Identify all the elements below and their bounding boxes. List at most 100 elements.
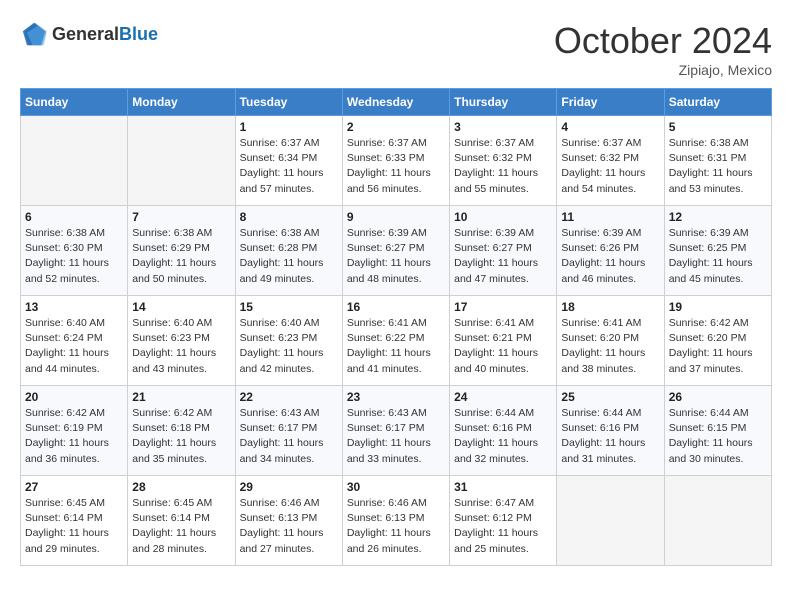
weekday-header: Sunday xyxy=(21,89,128,116)
day-info: Sunrise: 6:39 AMSunset: 6:27 PMDaylight:… xyxy=(454,226,552,287)
page-header: GeneralBlue October 2024 Zipiajo, Mexico xyxy=(20,20,772,78)
calendar-cell: 13 Sunrise: 6:40 AMSunset: 6:24 PMDayligh… xyxy=(21,296,128,386)
day-number: 22 xyxy=(240,390,338,404)
day-info: Sunrise: 6:37 AMSunset: 6:34 PMDaylight:… xyxy=(240,136,338,197)
calendar-cell: 11 Sunrise: 6:39 AMSunset: 6:26 PMDayligh… xyxy=(557,206,664,296)
location: Zipiajo, Mexico xyxy=(554,62,772,78)
day-info: Sunrise: 6:38 AMSunset: 6:31 PMDaylight:… xyxy=(669,136,767,197)
day-info: Sunrise: 6:43 AMSunset: 6:17 PMDaylight:… xyxy=(347,406,445,467)
title-area: October 2024 Zipiajo, Mexico xyxy=(554,20,772,78)
day-info: Sunrise: 6:38 AMSunset: 6:28 PMDaylight:… xyxy=(240,226,338,287)
day-info: Sunrise: 6:38 AMSunset: 6:29 PMDaylight:… xyxy=(132,226,230,287)
day-number: 8 xyxy=(240,210,338,224)
day-info: Sunrise: 6:40 AMSunset: 6:23 PMDaylight:… xyxy=(132,316,230,377)
calendar-cell xyxy=(128,116,235,206)
calendar-cell xyxy=(664,476,771,566)
day-number: 20 xyxy=(25,390,123,404)
day-number: 6 xyxy=(25,210,123,224)
day-info: Sunrise: 6:41 AMSunset: 6:21 PMDaylight:… xyxy=(454,316,552,377)
day-info: Sunrise: 6:38 AMSunset: 6:30 PMDaylight:… xyxy=(25,226,123,287)
logo-blue: Blue xyxy=(119,24,158,44)
calendar-cell: 30 Sunrise: 6:46 AMSunset: 6:13 PMDayligh… xyxy=(342,476,449,566)
day-number: 25 xyxy=(561,390,659,404)
day-info: Sunrise: 6:43 AMSunset: 6:17 PMDaylight:… xyxy=(240,406,338,467)
day-info: Sunrise: 6:39 AMSunset: 6:26 PMDaylight:… xyxy=(561,226,659,287)
day-info: Sunrise: 6:37 AMSunset: 6:32 PMDaylight:… xyxy=(561,136,659,197)
day-number: 19 xyxy=(669,300,767,314)
calendar-cell: 8 Sunrise: 6:38 AMSunset: 6:28 PMDaylight… xyxy=(235,206,342,296)
day-number: 4 xyxy=(561,120,659,134)
calendar-cell: 10 Sunrise: 6:39 AMSunset: 6:27 PMDayligh… xyxy=(450,206,557,296)
day-info: Sunrise: 6:45 AMSunset: 6:14 PMDaylight:… xyxy=(25,496,123,557)
day-number: 17 xyxy=(454,300,552,314)
calendar-cell: 23 Sunrise: 6:43 AMSunset: 6:17 PMDayligh… xyxy=(342,386,449,476)
day-info: Sunrise: 6:42 AMSunset: 6:19 PMDaylight:… xyxy=(25,406,123,467)
logo-general: General xyxy=(52,24,119,44)
day-number: 1 xyxy=(240,120,338,134)
calendar-week-row: 13 Sunrise: 6:40 AMSunset: 6:24 PMDayligh… xyxy=(21,296,772,386)
calendar-week-row: 1 Sunrise: 6:37 AMSunset: 6:34 PMDaylight… xyxy=(21,116,772,206)
day-info: Sunrise: 6:37 AMSunset: 6:33 PMDaylight:… xyxy=(347,136,445,197)
calendar-cell: 7Sunrise: 6:38 AMSunset: 6:29 PMDaylight… xyxy=(128,206,235,296)
calendar-table: SundayMondayTuesdayWednesdayThursdayFrid… xyxy=(20,88,772,566)
day-info: Sunrise: 6:39 AMSunset: 6:27 PMDaylight:… xyxy=(347,226,445,287)
calendar-week-row: 27 Sunrise: 6:45 AMSunset: 6:14 PMDayligh… xyxy=(21,476,772,566)
calendar-cell: 26Sunrise: 6:44 AMSunset: 6:15 PMDayligh… xyxy=(664,386,771,476)
calendar-cell: 3 Sunrise: 6:37 AMSunset: 6:32 PMDaylight… xyxy=(450,116,557,206)
day-number: 27 xyxy=(25,480,123,494)
day-number: 13 xyxy=(25,300,123,314)
day-number: 24 xyxy=(454,390,552,404)
calendar-cell: 4 Sunrise: 6:37 AMSunset: 6:32 PMDaylight… xyxy=(557,116,664,206)
day-info: Sunrise: 6:42 AMSunset: 6:18 PMDaylight:… xyxy=(132,406,230,467)
weekday-header-row: SundayMondayTuesdayWednesdayThursdayFrid… xyxy=(21,89,772,116)
day-info: Sunrise: 6:42 AMSunset: 6:20 PMDaylight:… xyxy=(669,316,767,377)
calendar-cell: 9 Sunrise: 6:39 AMSunset: 6:27 PMDaylight… xyxy=(342,206,449,296)
day-info: Sunrise: 6:44 AMSunset: 6:15 PMDaylight:… xyxy=(669,406,767,467)
weekday-header: Friday xyxy=(557,89,664,116)
day-number: 9 xyxy=(347,210,445,224)
calendar-cell: 6 Sunrise: 6:38 AMSunset: 6:30 PMDaylight… xyxy=(21,206,128,296)
day-number: 2 xyxy=(347,120,445,134)
calendar-cell: 22 Sunrise: 6:43 AMSunset: 6:17 PMDayligh… xyxy=(235,386,342,476)
day-info: Sunrise: 6:46 AMSunset: 6:13 PMDaylight:… xyxy=(240,496,338,557)
logo-text: GeneralBlue xyxy=(52,24,158,45)
calendar-cell: 18 Sunrise: 6:41 AMSunset: 6:20 PMDayligh… xyxy=(557,296,664,386)
day-number: 30 xyxy=(347,480,445,494)
calendar-cell: 31 Sunrise: 6:47 AMSunset: 6:12 PMDayligh… xyxy=(450,476,557,566)
day-info: Sunrise: 6:40 AMSunset: 6:24 PMDaylight:… xyxy=(25,316,123,377)
day-number: 12 xyxy=(669,210,767,224)
calendar-cell: 20 Sunrise: 6:42 AMSunset: 6:19 PMDayligh… xyxy=(21,386,128,476)
day-number: 5 xyxy=(669,120,767,134)
day-number: 31 xyxy=(454,480,552,494)
calendar-cell: 29 Sunrise: 6:46 AMSunset: 6:13 PMDayligh… xyxy=(235,476,342,566)
calendar-cell: 27 Sunrise: 6:45 AMSunset: 6:14 PMDayligh… xyxy=(21,476,128,566)
calendar-cell: 19 Sunrise: 6:42 AMSunset: 6:20 PMDayligh… xyxy=(664,296,771,386)
day-number: 10 xyxy=(454,210,552,224)
calendar-cell: 15Sunrise: 6:40 AMSunset: 6:23 PMDayligh… xyxy=(235,296,342,386)
calendar-cell: 28Sunrise: 6:45 AMSunset: 6:14 PMDayligh… xyxy=(128,476,235,566)
calendar-cell: 17 Sunrise: 6:41 AMSunset: 6:21 PMDayligh… xyxy=(450,296,557,386)
day-number: 3 xyxy=(454,120,552,134)
day-info: Sunrise: 6:37 AMSunset: 6:32 PMDaylight:… xyxy=(454,136,552,197)
calendar-cell: 1 Sunrise: 6:37 AMSunset: 6:34 PMDaylight… xyxy=(235,116,342,206)
calendar-week-row: 6 Sunrise: 6:38 AMSunset: 6:30 PMDaylight… xyxy=(21,206,772,296)
day-number: 21 xyxy=(132,390,230,404)
weekday-header: Thursday xyxy=(450,89,557,116)
weekday-header: Tuesday xyxy=(235,89,342,116)
day-number: 18 xyxy=(561,300,659,314)
calendar-cell: 5 Sunrise: 6:38 AMSunset: 6:31 PMDaylight… xyxy=(664,116,771,206)
day-info: Sunrise: 6:40 AMSunset: 6:23 PMDaylight:… xyxy=(240,316,338,377)
calendar-cell: 2 Sunrise: 6:37 AMSunset: 6:33 PMDaylight… xyxy=(342,116,449,206)
day-number: 14 xyxy=(132,300,230,314)
weekday-header: Saturday xyxy=(664,89,771,116)
day-info: Sunrise: 6:46 AMSunset: 6:13 PMDaylight:… xyxy=(347,496,445,557)
calendar-cell: 21 Sunrise: 6:42 AMSunset: 6:18 PMDayligh… xyxy=(128,386,235,476)
day-info: Sunrise: 6:44 AMSunset: 6:16 PMDaylight:… xyxy=(561,406,659,467)
day-number: 11 xyxy=(561,210,659,224)
day-info: Sunrise: 6:41 AMSunset: 6:20 PMDaylight:… xyxy=(561,316,659,377)
day-number: 29 xyxy=(240,480,338,494)
day-number: 23 xyxy=(347,390,445,404)
day-info: Sunrise: 6:39 AMSunset: 6:25 PMDaylight:… xyxy=(669,226,767,287)
calendar-week-row: 20 Sunrise: 6:42 AMSunset: 6:19 PMDayligh… xyxy=(21,386,772,476)
day-info: Sunrise: 6:47 AMSunset: 6:12 PMDaylight:… xyxy=(454,496,552,557)
